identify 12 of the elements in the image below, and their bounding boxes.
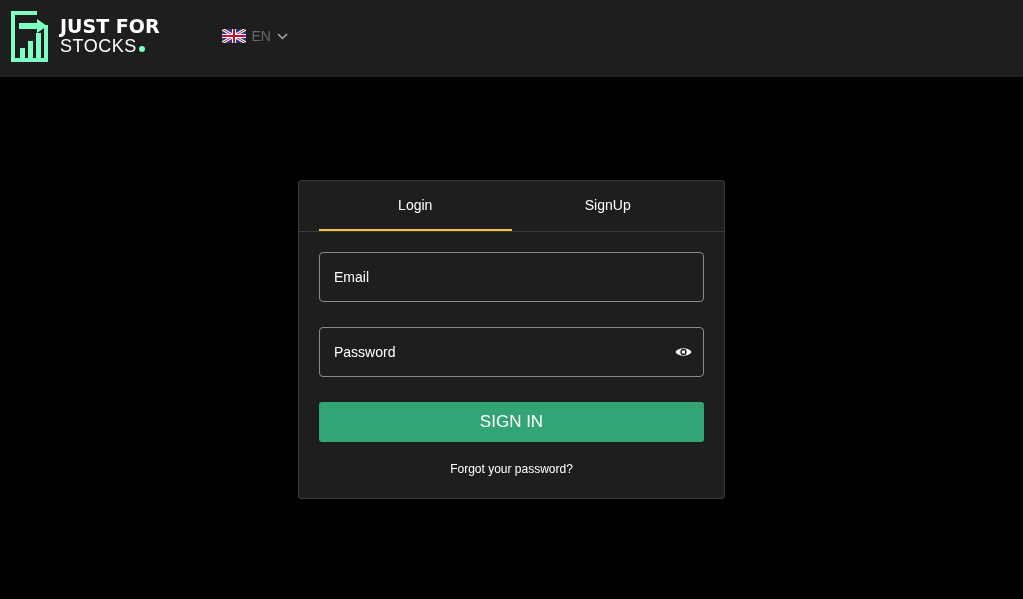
tab[interactable]: Login [319, 181, 512, 231]
dot-icon [138, 46, 145, 52]
email-field[interactable]: Email [319, 252, 704, 302]
forgot-password-link[interactable]: Forgot your password? [450, 462, 573, 476]
logo-subtitle: STOCKS [60, 36, 137, 56]
caret-icon [277, 32, 288, 40]
password-field[interactable]: Password [319, 327, 704, 377]
eye-icon[interactable] [675, 346, 692, 358]
tab[interactable]: SignUp [511, 181, 704, 231]
flag-icon [221, 29, 246, 43]
logo-title: JUST FOR [60, 16, 160, 36]
logo-icon [11, 10, 48, 62]
